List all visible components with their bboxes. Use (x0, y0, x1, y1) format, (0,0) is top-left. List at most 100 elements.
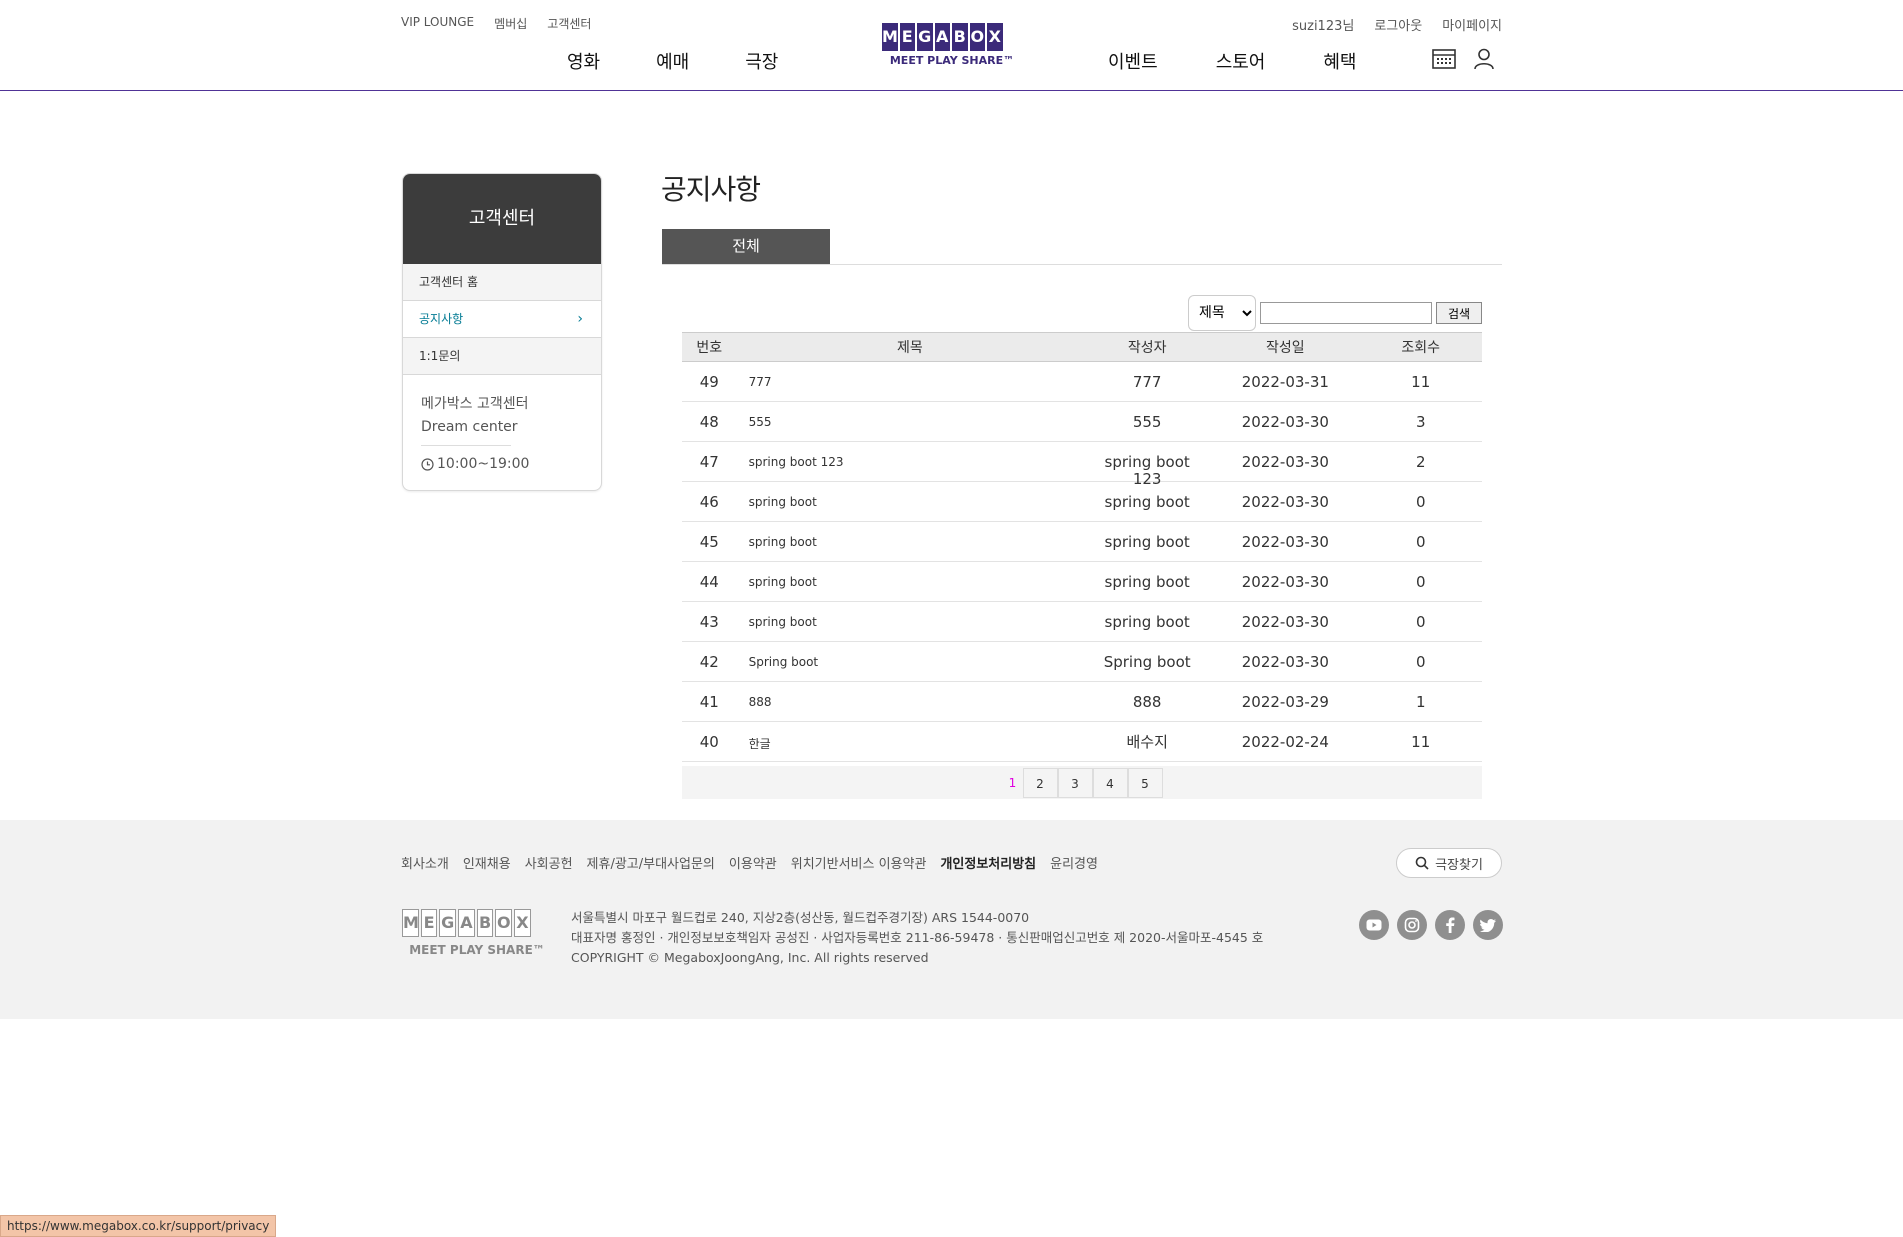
table-row[interactable]: 46 spring boot spring boot 2022-03-30 0 (682, 481, 1482, 522)
nav-event[interactable]: 이벤트 (1108, 48, 1158, 74)
nav-movie[interactable]: 영화 (567, 48, 600, 74)
tab-all[interactable]: 전체 (662, 229, 830, 264)
cell-date: 2022-03-30 (1211, 641, 1360, 682)
cell-author: spring boot (1083, 561, 1212, 602)
footer-link-partnership[interactable]: 제휴/광고/부대사업문의 (587, 853, 715, 872)
cell-views: 0 (1359, 521, 1482, 562)
cell-date: 2022-03-30 (1211, 441, 1360, 482)
tab-bar: 전체 (662, 229, 1502, 265)
page-link[interactable]: 2 (1022, 767, 1058, 798)
cell-title[interactable]: 888 (736, 681, 1084, 722)
sidebar-item-label: 1:1문의 (419, 349, 461, 363)
cell-title[interactable]: spring boot (736, 521, 1084, 562)
footer-link-ethics[interactable]: 윤리경영 (1050, 853, 1098, 872)
instagram-icon[interactable] (1397, 910, 1427, 940)
twitter-icon[interactable] (1473, 910, 1503, 940)
cell-no: 48 (682, 401, 737, 442)
page-link[interactable]: 3 (1057, 767, 1093, 798)
notice-table: 번호 제목 작성자 작성일 조회수 49 777 777 2022-03-31 … (682, 332, 1482, 762)
cell-views: 11 (1359, 361, 1482, 402)
logo-letter: O (969, 23, 985, 51)
logout-link[interactable]: 로그아웃 (1374, 15, 1422, 34)
calendar-icon[interactable] (1432, 48, 1456, 74)
cell-title[interactable]: spring boot (736, 601, 1084, 642)
cell-no: 46 (682, 481, 737, 522)
cell-date: 2022-02-24 (1211, 721, 1360, 762)
cell-title[interactable]: spring boot (736, 481, 1084, 522)
cell-views: 2 (1359, 441, 1482, 482)
footer-logo-tagline: MEET PLAY SHARE™ (409, 943, 545, 957)
cell-views: 0 (1359, 481, 1482, 522)
megabox-logo[interactable]: M E G A B O X MEET PLAY SHARE™ (882, 23, 1022, 71)
footer-link-location-terms[interactable]: 위치기반서비스 이용약관 (791, 853, 927, 872)
cell-date: 2022-03-30 (1211, 401, 1360, 442)
pagination: 1 2 3 4 5 (682, 766, 1482, 799)
page-link[interactable]: 5 (1127, 767, 1163, 798)
footer-link-social[interactable]: 사회공헌 (525, 853, 573, 872)
table-row[interactable]: 40 한글 배수지 2022-02-24 11 (682, 721, 1482, 762)
vip-lounge-link[interactable]: VIP LOUNGE (401, 15, 474, 32)
page-title: 공지사항 (661, 173, 761, 206)
nav-theater[interactable]: 극장 (745, 48, 778, 74)
table-row[interactable]: 45 spring boot spring boot 2022-03-30 0 (682, 521, 1482, 562)
table-row[interactable]: 48 555 555 2022-03-30 3 (682, 401, 1482, 442)
membership-link[interactable]: 멤버십 (494, 15, 527, 32)
site-footer: 회사소개 인재채용 사회공헌 제휴/광고/부대사업문의 이용약관 위치기반서비스… (0, 820, 1903, 1019)
cell-author: 888 (1083, 681, 1212, 722)
copyright: COPYRIGHT © MegaboxJoongAng, Inc. All ri… (571, 950, 929, 965)
cell-no: 43 (682, 601, 737, 642)
youtube-icon[interactable] (1359, 910, 1389, 940)
table-row[interactable]: 44 spring boot spring boot 2022-03-30 0 (682, 561, 1482, 602)
logo-letter: B (476, 909, 494, 937)
footer-link-recruit[interactable]: 인재채용 (463, 853, 511, 872)
username-label: suzi123님 (1292, 19, 1355, 34)
cell-title[interactable]: 한글 (736, 721, 1084, 762)
page-current[interactable]: 1 (1002, 767, 1023, 798)
user-icon[interactable] (1474, 48, 1494, 74)
find-theater-button[interactable]: 극장찾기 (1396, 848, 1502, 878)
sidebar-item-label: 고객센터 홈 (419, 275, 479, 289)
nav-store[interactable]: 스토어 (1216, 48, 1266, 74)
center-hours: 10:00~19:00 (421, 456, 583, 472)
sidebar-item-inquiry[interactable]: 1:1문의 (403, 338, 601, 375)
hours-text: 10:00~19:00 (437, 456, 530, 472)
util-links-right: suzi123님 로그아웃 마이페이지 (1292, 15, 1502, 34)
logo-letter: A (934, 23, 950, 51)
customer-center-link[interactable]: 고객센터 (547, 15, 591, 32)
cell-no: 47 (682, 441, 737, 482)
search-input[interactable] (1260, 302, 1432, 324)
cell-no: 44 (682, 561, 737, 602)
cell-no: 42 (682, 641, 737, 682)
page-link[interactable]: 4 (1092, 767, 1128, 798)
cell-title[interactable]: spring boot (736, 561, 1084, 602)
cell-title[interactable]: Spring boot (736, 641, 1084, 682)
logo-letter: O (495, 909, 513, 937)
logo-letter: M (882, 23, 898, 51)
cell-title[interactable]: 777 (736, 361, 1084, 402)
col-date: 작성일 (1211, 332, 1360, 362)
mypage-link[interactable]: 마이페이지 (1442, 15, 1502, 34)
table-row[interactable]: 41 888 888 2022-03-29 1 (682, 681, 1482, 722)
cell-title[interactable]: 555 (736, 401, 1084, 442)
main-nav-right: 이벤트 스토어 혜택 (1108, 48, 1415, 74)
main-nav-left: 영화 예매 극장 (567, 48, 834, 74)
search-bar: 제목 검색 (1188, 295, 1482, 331)
col-title: 제목 (736, 332, 1084, 362)
table-row[interactable]: 49 777 777 2022-03-31 11 (682, 361, 1482, 402)
table-row[interactable]: 42 Spring boot Spring boot 2022-03-30 0 (682, 641, 1482, 682)
sidebar-item-home[interactable]: 고객센터 홈 (403, 264, 601, 301)
footer-link-terms[interactable]: 이용약관 (729, 853, 777, 872)
search-button[interactable]: 검색 (1436, 302, 1482, 324)
facebook-icon[interactable] (1435, 910, 1465, 940)
col-no: 번호 (682, 332, 737, 362)
footer-link-privacy[interactable]: 개인정보처리방침 (940, 853, 1036, 872)
logo-letter: E (899, 23, 915, 51)
cell-title[interactable]: spring boot 123 (736, 441, 1084, 482)
search-type-select[interactable]: 제목 (1188, 295, 1256, 331)
table-row[interactable]: 47 spring boot 123 spring boot 123 2022-… (682, 441, 1482, 488)
table-row[interactable]: 43 spring boot spring boot 2022-03-30 0 (682, 601, 1482, 642)
nav-booking[interactable]: 예매 (656, 48, 689, 74)
footer-link-about[interactable]: 회사소개 (401, 853, 449, 872)
sidebar-item-notice[interactable]: 공지사항 › (403, 301, 601, 338)
nav-benefit[interactable]: 혜택 (1323, 48, 1356, 74)
